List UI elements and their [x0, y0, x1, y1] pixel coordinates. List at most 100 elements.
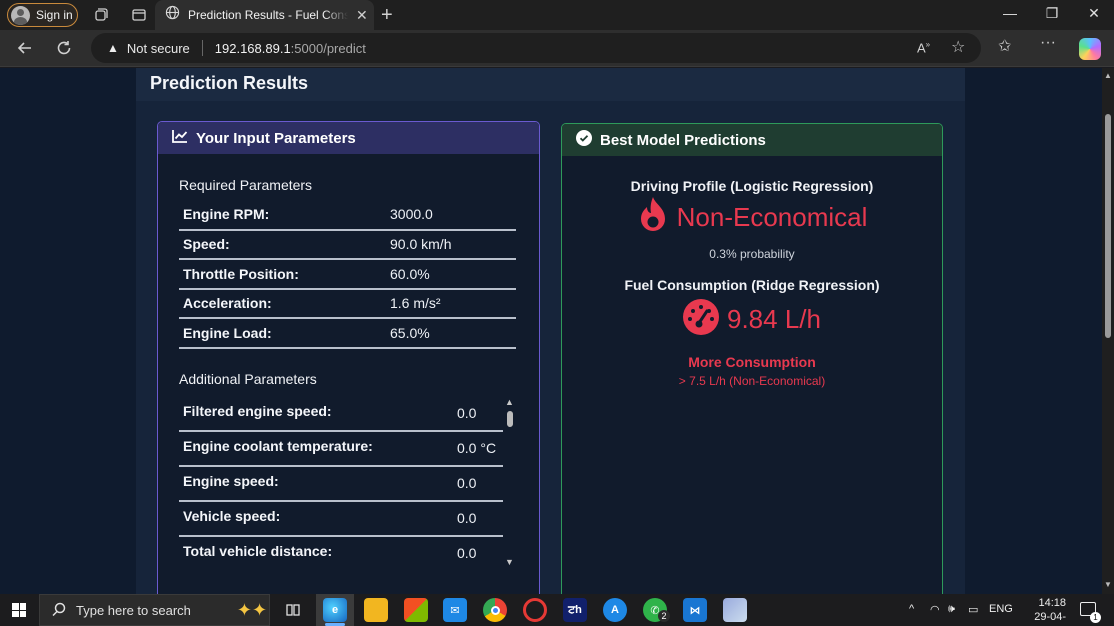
favorite-star-icon[interactable]: ☆ — [951, 37, 965, 57]
sign-in-button[interactable]: Sign in — [7, 3, 78, 27]
taskbar-search-box[interactable]: Type here to search ✦✦ — [39, 594, 270, 626]
required-parameter-row: Throttle Position: 60.0% — [179, 259, 516, 290]
battery-icon[interactable]: ▭ — [968, 603, 978, 616]
consumption-category: More Consumption — [688, 354, 816, 370]
window-close-icon[interactable]: ✕ — [1084, 5, 1104, 22]
page-scroll-down-icon[interactable]: ▼ — [1104, 580, 1112, 589]
input-parameters-card: Your Input Parameters Required Parameter… — [157, 121, 540, 594]
additional-parameter-row: Total vehicle distance: 0.0 — [179, 536, 503, 567]
task-view-icon[interactable] — [285, 602, 301, 618]
notification-count-badge: 1 — [1090, 612, 1101, 623]
line-chart-icon — [172, 129, 188, 147]
browser-tab-strip: Sign in Prediction Results - Fuel Consum… — [0, 0, 1114, 30]
refresh-icon[interactable] — [54, 38, 74, 58]
wifi-icon[interactable]: ◠ — [930, 603, 940, 616]
dailyhunt-icon[interactable]: ਟh — [563, 598, 587, 622]
additional-parameter-value: 0.0 °C — [457, 431, 503, 467]
required-parameter-row: Speed: 90.0 km/h — [179, 229, 516, 260]
driving-profile-result: Non-Economical — [562, 196, 942, 239]
new-tab-icon[interactable]: + — [381, 4, 393, 27]
read-aloud-icon[interactable]: A» — [917, 40, 930, 55]
scroll-down-arrow-icon[interactable]: ▼ — [505, 557, 514, 567]
show-hidden-icons[interactable]: ^ — [909, 603, 914, 615]
workspaces-icon[interactable] — [92, 6, 110, 24]
additional-parameter-label: Total vehicle distance: — [179, 536, 457, 567]
required-parameter-row: Engine Load: 65.0% — [179, 318, 516, 349]
page-viewport: Prediction Results Your Input Parameters… — [0, 68, 1102, 594]
windows-taskbar: Type here to search ✦✦ — [0, 594, 1114, 626]
required-parameters-title: Required Parameters — [179, 177, 313, 193]
windows-start-icon[interactable] — [12, 603, 26, 617]
driving-profile-label: Driving Profile (Logistic Regression) — [630, 178, 874, 194]
vscode-icon[interactable]: ⋈ — [683, 598, 707, 622]
url-omnibox[interactable]: ▲ Not secure 192.168.89.1:5000/predict A… — [91, 33, 981, 63]
app-store-icon[interactable]: A — [603, 598, 627, 622]
security-status[interactable]: Not secure — [127, 41, 190, 56]
required-parameter-value: 1.6 m/s² — [390, 288, 516, 319]
additional-parameter-row: Engine coolant temperature: 0.0 °C — [179, 431, 503, 467]
results-header: Prediction Results — [136, 68, 965, 101]
required-parameter-row: Engine RPM: 3000.0 — [179, 200, 516, 231]
best-model-predictions-card: Best Model Predictions Driving Profile (… — [561, 123, 943, 594]
minimize-icon[interactable]: — — [1000, 5, 1020, 21]
copilot-icon[interactable] — [1079, 38, 1101, 60]
required-parameter-value: 60.0% — [390, 259, 516, 290]
more-options-icon[interactable]: ··· — [1040, 34, 1056, 52]
restore-icon[interactable]: ❐ — [1042, 5, 1062, 22]
page-title: Prediction Results — [150, 73, 309, 93]
fire-icon — [637, 196, 669, 239]
required-parameter-value: 65.0% — [390, 318, 516, 349]
additional-parameters-scroll-area[interactable]: Filtered engine speed: 0.0 Engine coolant … — [179, 397, 517, 567]
favorites-list-icon[interactable]: ✩ — [998, 36, 1011, 56]
globe-icon — [165, 5, 180, 25]
chrome-icon[interactable] — [483, 598, 507, 622]
scrollbar-thumb[interactable] — [507, 411, 513, 427]
opera-icon[interactable] — [523, 598, 547, 622]
edge-browser-icon[interactable]: e — [323, 598, 347, 622]
input-card-title: Your Input Parameters — [196, 129, 356, 147]
driving-profile-value: Non-Economical — [676, 202, 868, 232]
additional-parameters-table: Filtered engine speed: 0.0 Engine coolant … — [179, 397, 503, 567]
notepad-icon[interactable] — [723, 598, 747, 622]
back-arrow-icon[interactable] — [15, 38, 35, 58]
additional-parameters-title: Additional Parameters — [179, 371, 317, 387]
required-parameters-table: Engine RPM: 3000.0 Speed: 90.0 km/h Throttle… — [179, 200, 516, 349]
check-circle-icon — [576, 130, 592, 150]
taskbar-clock[interactable]: 14:18 29-04-2025 — [1016, 596, 1066, 626]
additional-parameters-scrollbar[interactable]: ▲ ▼ — [504, 397, 516, 569]
file-explorer-icon[interactable] — [364, 598, 388, 622]
clock-time: 14:18 — [1038, 597, 1066, 609]
probability-text: 0.3% probability — [709, 247, 795, 261]
address-bar-row: ▲ Not secure 192.168.89.1:5000/predict A… — [0, 30, 1114, 67]
additional-parameter-value: 0.0 — [457, 536, 503, 567]
tab-prediction-results[interactable]: Prediction Results - Fuel Consumption ✕ — [155, 0, 374, 30]
required-parameter-label: Engine RPM: — [179, 200, 390, 231]
url-path: :5000/predict — [290, 40, 366, 56]
gauge-icon — [683, 299, 719, 340]
fuel-consumption-value: 9.84 L/h — [727, 304, 821, 334]
prediction-card-title: Best Model Predictions — [600, 131, 766, 149]
omnibox-divider — [201, 40, 203, 56]
scroll-up-arrow-icon[interactable]: ▲ — [505, 397, 514, 407]
tab-close-icon[interactable]: ✕ — [356, 7, 368, 24]
additional-parameter-label: Vehicle speed: — [179, 501, 457, 537]
input-card-header: Your Input Parameters — [158, 122, 539, 154]
page-scrollbar[interactable]: ▲ ▼ — [1102, 68, 1114, 594]
required-parameter-label: Engine Load: — [179, 318, 390, 349]
mail-icon[interactable]: ✉ — [443, 598, 467, 622]
additional-parameter-row: Filtered engine speed: 0.0 — [179, 397, 503, 432]
sparkle-icon: ✦✦ — [236, 599, 268, 620]
volume-icon[interactable]: 🕪 — [948, 603, 955, 616]
additional-parameter-value: 0.0 — [457, 466, 503, 502]
language-indicator[interactable]: ENG — [989, 603, 1013, 615]
required-parameter-value: 3000.0 — [390, 200, 516, 231]
required-parameter-label: Throttle Position: — [179, 259, 390, 290]
warning-triangle-icon[interactable]: ▲ — [107, 41, 119, 55]
whatsapp-badge: 2 — [658, 610, 670, 622]
tab-actions-icon[interactable] — [130, 6, 148, 24]
results-container: Prediction Results Your Input Parameters… — [136, 68, 965, 594]
page-scrollbar-thumb[interactable] — [1105, 114, 1111, 338]
microsoft-store-icon[interactable] — [404, 598, 428, 622]
prediction-body: Driving Profile (Logistic Regression) No… — [562, 156, 942, 388]
page-scroll-up-icon[interactable]: ▲ — [1104, 71, 1112, 80]
